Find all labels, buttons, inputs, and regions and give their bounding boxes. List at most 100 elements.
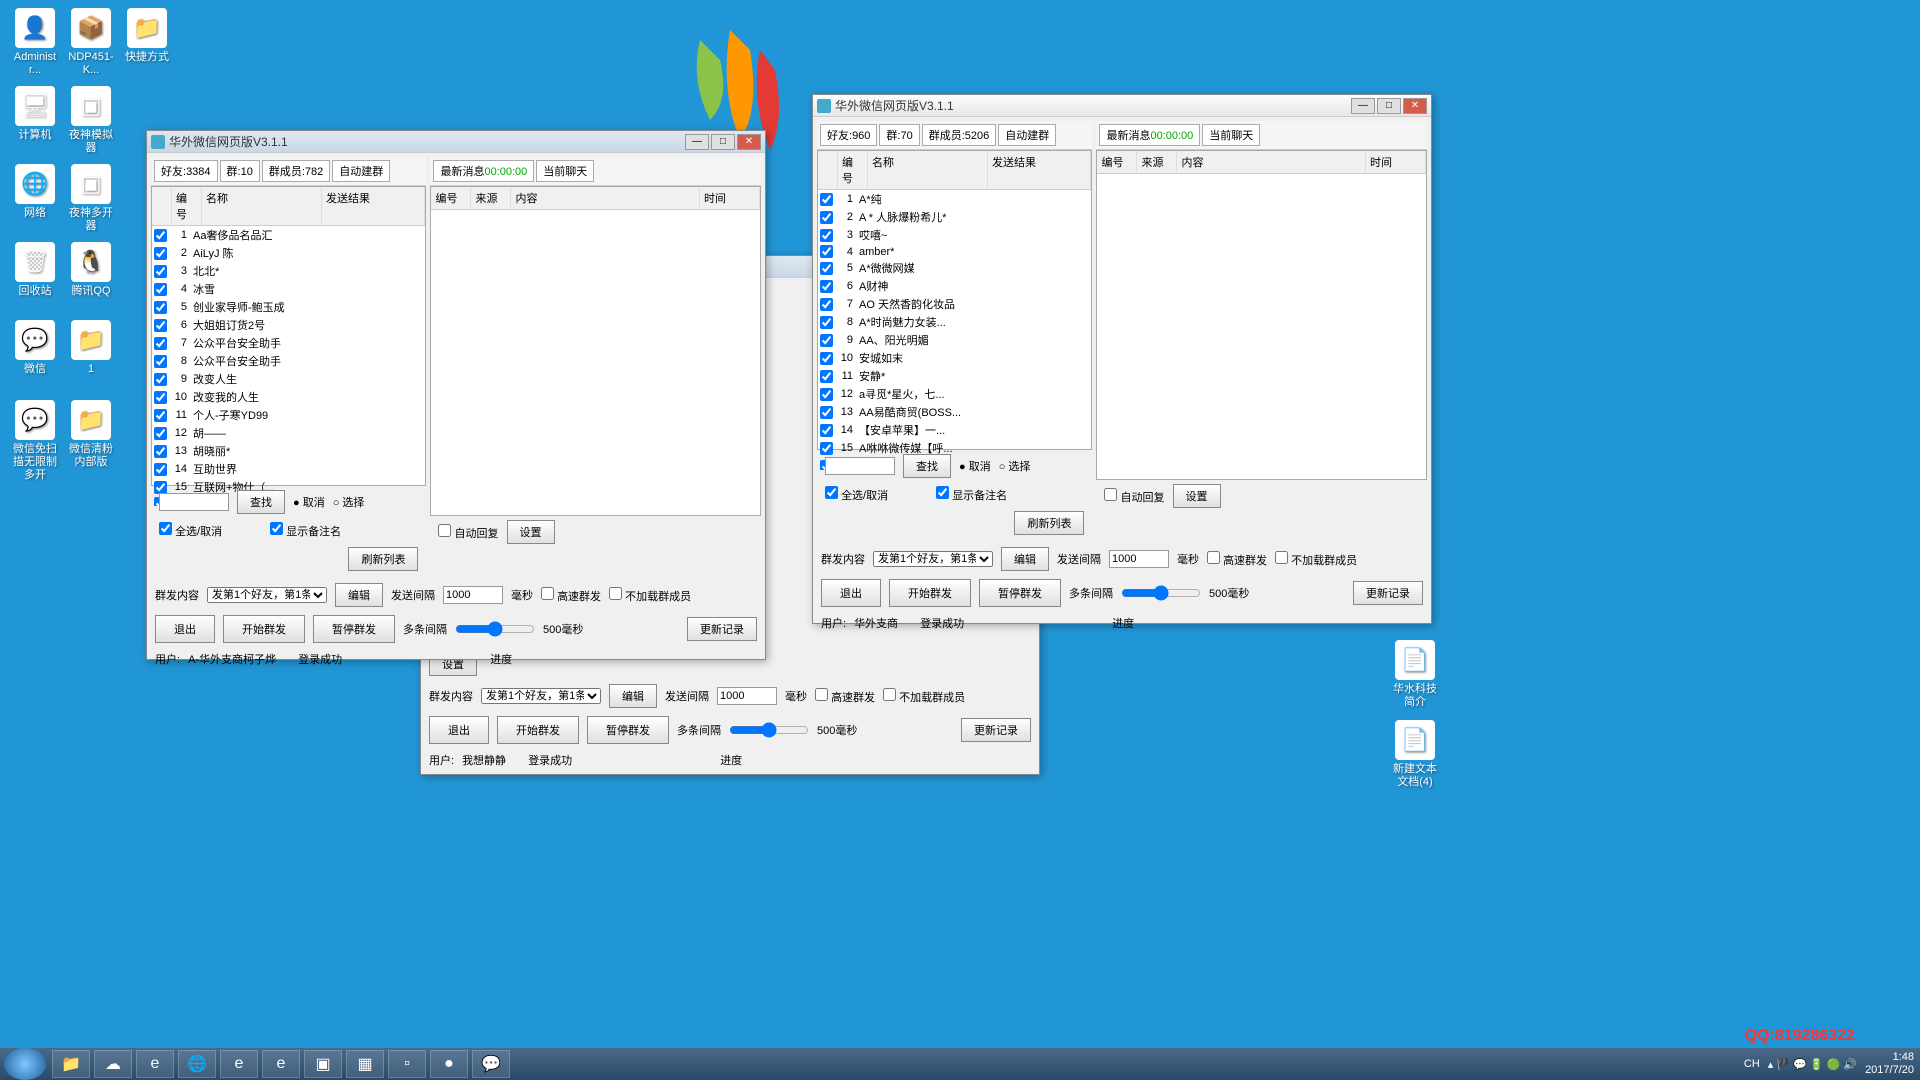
taskbar-app-icon[interactable]: ☁ bbox=[94, 1050, 132, 1078]
template-select[interactable]: 发第1个好友，第1条|发第1 bbox=[207, 587, 327, 603]
desktop-icon[interactable]: 🐧腾讯QQ bbox=[66, 242, 116, 298]
taskbar-browser2-icon[interactable]: e bbox=[262, 1050, 300, 1078]
tray-icons[interactable]: ▴ 🏴 💬 🔋 🟢 🔊 bbox=[1768, 1058, 1857, 1071]
minimize-button[interactable]: — bbox=[1351, 98, 1375, 114]
list-item[interactable]: 11个人-子寒YD99 bbox=[152, 406, 425, 424]
taskbar-browser-icon[interactable]: 🌐 bbox=[178, 1050, 216, 1078]
list-item[interactable]: 3哎嘻~ bbox=[818, 226, 1091, 244]
interval-input[interactable] bbox=[443, 586, 503, 604]
taskbar-app2-icon[interactable]: ● bbox=[430, 1050, 468, 1078]
start-button[interactable]: 开始群发 bbox=[497, 716, 579, 744]
list-item[interactable]: 13胡晓丽* bbox=[152, 442, 425, 460]
friends-tab[interactable]: 好友:3384 bbox=[154, 160, 218, 182]
desktop-icon[interactable]: 📦NDP451-K... bbox=[66, 8, 116, 77]
list-item[interactable]: 15A咻咻微传媒【呼... bbox=[818, 439, 1091, 457]
list-item[interactable]: 12胡—— bbox=[152, 424, 425, 442]
search-input[interactable] bbox=[159, 493, 229, 511]
system-tray[interactable]: CH ▴ 🏴 💬 🔋 🟢 🔊 1:482017/7/20 bbox=[1744, 1051, 1920, 1077]
list-item[interactable]: 10安城如末 bbox=[818, 349, 1091, 367]
list-item[interactable]: 3北北* bbox=[152, 262, 425, 280]
list-item[interactable]: 4冰雪 bbox=[152, 280, 425, 298]
auto-group-button[interactable]: 自动建群 bbox=[998, 124, 1056, 146]
list-item[interactable]: 5A*微微网媒 bbox=[818, 259, 1091, 277]
start-button[interactable] bbox=[4, 1048, 46, 1080]
list-item[interactable]: 8A*时尚魅力女装... bbox=[818, 313, 1091, 331]
desktop-icon[interactable]: 📁1 bbox=[66, 320, 116, 376]
auto-group-button[interactable]: 自动建群 bbox=[332, 160, 390, 182]
list-item[interactable]: 12a寻觅*星火，七... bbox=[818, 385, 1091, 403]
group-tab[interactable]: 群:10 bbox=[220, 160, 260, 182]
taskbar-uc-icon[interactable]: ▣ bbox=[304, 1050, 342, 1078]
interval-input[interactable] bbox=[717, 687, 777, 705]
list-item[interactable]: 1Aa奢侈品名品汇 bbox=[152, 226, 425, 244]
start-button[interactable]: 开始群发 bbox=[223, 615, 305, 643]
taskbar-app1-icon[interactable]: ▫ bbox=[388, 1050, 426, 1078]
list-item[interactable]: 10改变我的人生 bbox=[152, 388, 425, 406]
list-item[interactable]: 1A*纯 bbox=[818, 190, 1091, 208]
close-button[interactable]: ✕ bbox=[737, 134, 761, 150]
multi-slider[interactable] bbox=[455, 621, 535, 637]
list-item[interactable]: 5创业家导师-鲍玉成 bbox=[152, 298, 425, 316]
minimize-button[interactable]: — bbox=[685, 134, 709, 150]
multi-slider[interactable] bbox=[1121, 585, 1201, 601]
list-item[interactable]: 2A * 人脉爆粉希儿* bbox=[818, 208, 1091, 226]
search-button[interactable]: 查找 bbox=[237, 490, 285, 514]
refresh-button[interactable]: 刷新列表 bbox=[1014, 511, 1084, 535]
desktop-icon[interactable]: 👤Administr... bbox=[10, 8, 60, 77]
list-item[interactable]: 4amber* bbox=[818, 244, 1091, 259]
desktop-icon[interactable]: 🗑回收站 bbox=[10, 242, 60, 298]
pause-button[interactable]: 暂停群发 bbox=[979, 579, 1061, 607]
exit-button[interactable]: 退出 bbox=[821, 579, 881, 607]
exit-button[interactable]: 退出 bbox=[429, 716, 489, 744]
taskbar-grid-icon[interactable]: ▦ bbox=[346, 1050, 384, 1078]
clock[interactable]: 1:482017/7/20 bbox=[1865, 1051, 1914, 1077]
maximize-button[interactable]: □ bbox=[711, 134, 735, 150]
settings-button[interactable]: 设置 bbox=[1173, 484, 1221, 508]
pause-button[interactable]: 暂停群发 bbox=[587, 716, 669, 744]
desktop-icon[interactable]: ▣夜神模拟器 bbox=[66, 86, 116, 155]
maximize-button[interactable]: □ bbox=[1377, 98, 1401, 114]
template-select[interactable]: 发第1个好友，第1条|发第1 bbox=[481, 688, 601, 704]
update-button[interactable]: 更新记录 bbox=[1353, 581, 1423, 605]
list-item[interactable]: 2AiLyJ 陈 bbox=[152, 244, 425, 262]
list-item[interactable]: 7公众平台安全助手 bbox=[152, 334, 425, 352]
desktop-icon[interactable]: 📄华水科技简介 bbox=[1390, 640, 1440, 709]
desktop-icon[interactable]: ▣夜神多开器 bbox=[66, 164, 116, 233]
desktop-icon[interactable]: 📁微信清粉内部版 bbox=[66, 400, 116, 469]
taskbar-edge-icon[interactable]: e bbox=[220, 1050, 258, 1078]
current-chat-tab[interactable]: 当前聊天 bbox=[1202, 124, 1260, 146]
list-item[interactable]: 13AA易酷商贸(BOSS... bbox=[818, 403, 1091, 421]
taskbar-wechat-icon[interactable]: 💬 bbox=[472, 1050, 510, 1078]
list-item[interactable]: 9AA、阳光明媚 bbox=[818, 331, 1091, 349]
desktop-icon[interactable]: 🖥计算机 bbox=[10, 86, 60, 142]
edit-button[interactable]: 编辑 bbox=[1001, 547, 1049, 571]
list-item[interactable]: 14【安卓苹果】一... bbox=[818, 421, 1091, 439]
template-select[interactable]: 发第1个好友，第1条|发第1 bbox=[873, 551, 993, 567]
list-item[interactable]: 9改变人生 bbox=[152, 370, 425, 388]
taskbar-ie-icon[interactable]: e bbox=[136, 1050, 174, 1078]
desktop-icon[interactable]: 🌐网络 bbox=[10, 164, 60, 220]
taskbar-explorer-icon[interactable]: 📁 bbox=[52, 1050, 90, 1078]
contact-list[interactable]: 1A*纯2A * 人脉爆粉希儿*3哎嘻~4amber*5A*微微网媒6A财神7A… bbox=[818, 190, 1091, 470]
interval-input[interactable] bbox=[1109, 550, 1169, 568]
list-item[interactable]: 8公众平台安全助手 bbox=[152, 352, 425, 370]
friends-tab[interactable]: 好友:960 bbox=[820, 124, 877, 146]
desktop-icon[interactable]: 📁快捷方式 bbox=[122, 8, 172, 64]
exit-button[interactable]: 退出 bbox=[155, 615, 215, 643]
current-chat-tab[interactable]: 当前聊天 bbox=[536, 160, 594, 182]
start-button[interactable]: 开始群发 bbox=[889, 579, 971, 607]
list-item[interactable]: 6A财神 bbox=[818, 277, 1091, 295]
group-tab[interactable]: 群:70 bbox=[879, 124, 919, 146]
settings-button[interactable]: 设置 bbox=[507, 520, 555, 544]
list-item[interactable]: 11安静* bbox=[818, 367, 1091, 385]
update-button[interactable]: 更新记录 bbox=[687, 617, 757, 641]
multi-slider[interactable] bbox=[729, 722, 809, 738]
desktop-icon[interactable]: 📄新建文本文档(4) bbox=[1390, 720, 1440, 789]
search-button[interactable]: 查找 bbox=[903, 454, 951, 478]
edit-button[interactable]: 编辑 bbox=[609, 684, 657, 708]
members-tab[interactable]: 群成员:5206 bbox=[922, 124, 997, 146]
close-button[interactable]: ✕ bbox=[1403, 98, 1427, 114]
search-input[interactable] bbox=[825, 457, 895, 475]
edit-button[interactable]: 编辑 bbox=[335, 583, 383, 607]
pause-button[interactable]: 暂停群发 bbox=[313, 615, 395, 643]
